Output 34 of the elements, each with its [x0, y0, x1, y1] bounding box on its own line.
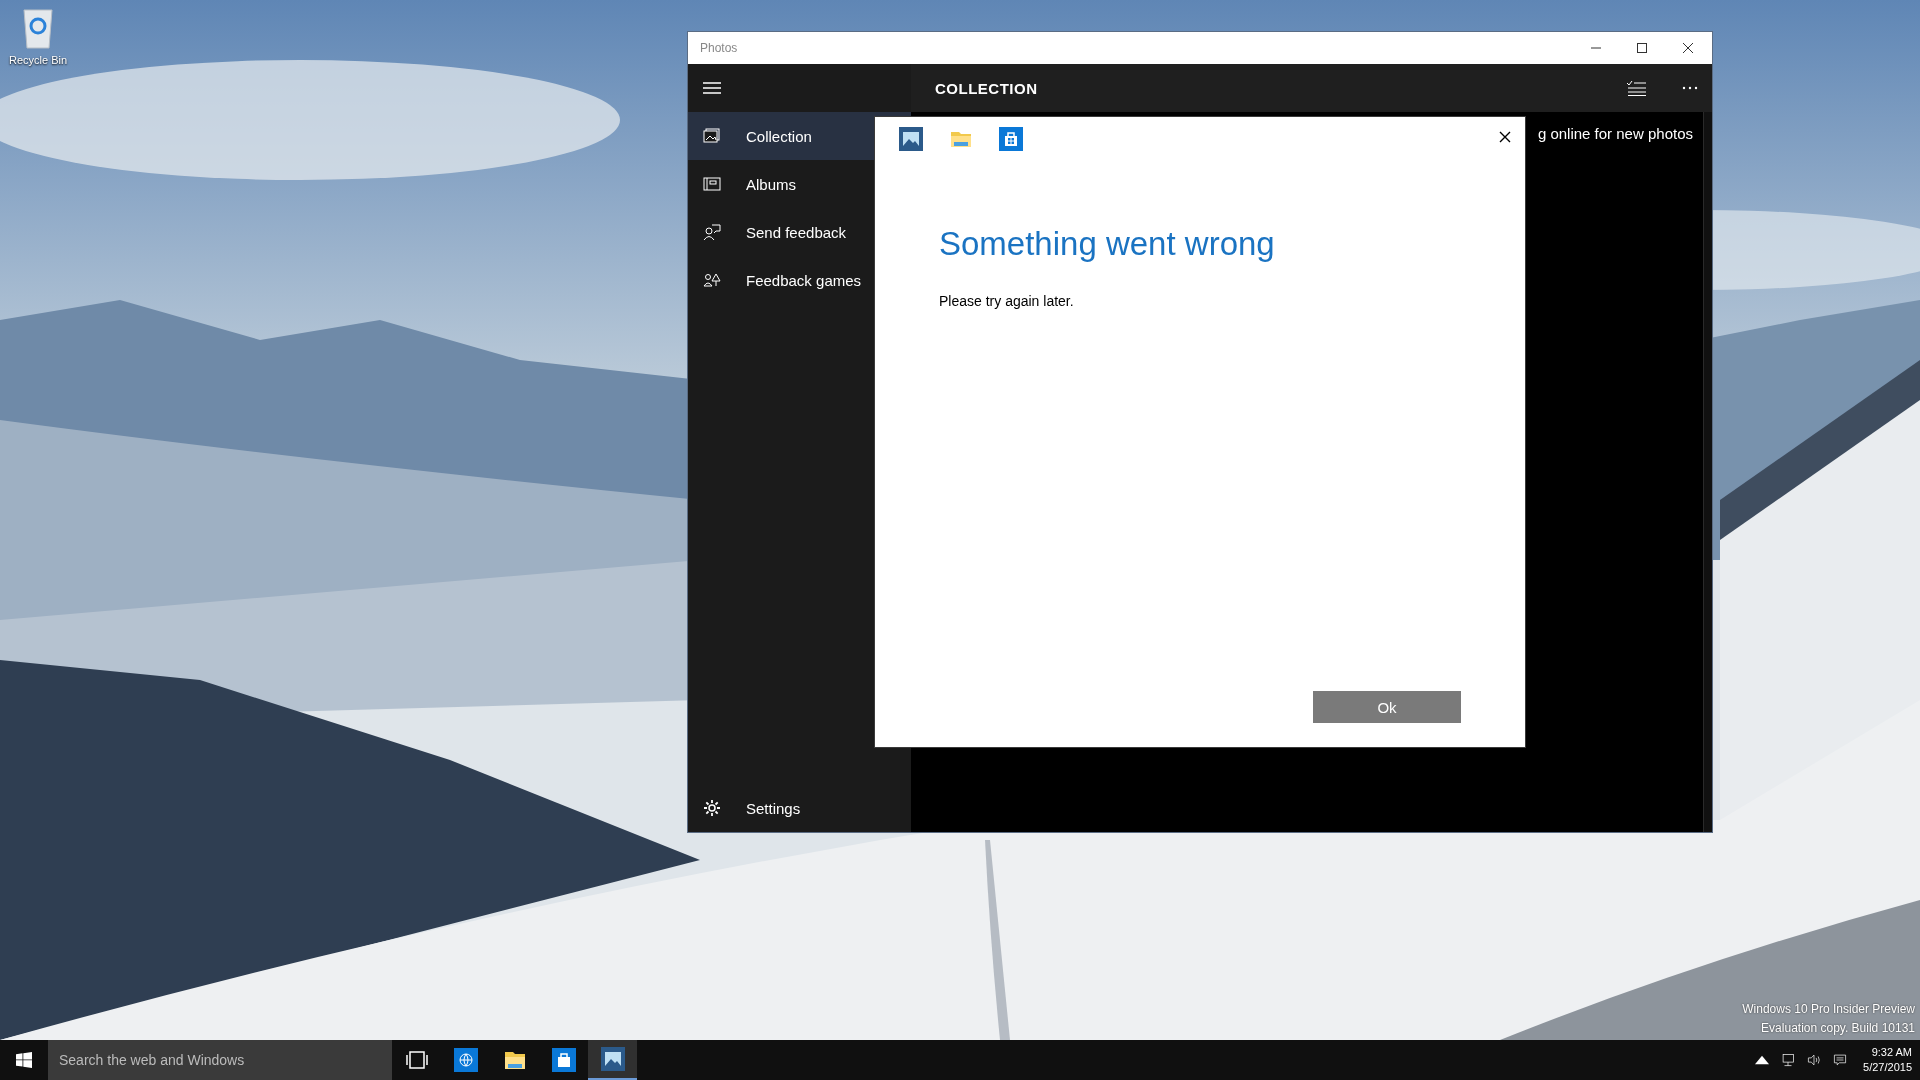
- icon-label: Recycle Bin: [8, 54, 68, 66]
- watermark-text: Windows 10 Pro Insider Preview: [1742, 1001, 1915, 1018]
- page-heading: COLLECTION: [935, 79, 1038, 97]
- more-icon[interactable]: [1682, 86, 1698, 90]
- status-text: g online for new photos: [1537, 125, 1693, 144]
- feedback-icon: [703, 223, 721, 241]
- photos-icon: [703, 127, 721, 145]
- windows-logo-icon[interactable]: [16, 1052, 32, 1068]
- album-icon: [703, 175, 721, 193]
- photos-icon[interactable]: [588, 1040, 637, 1080]
- volume-icon[interactable]: [1807, 1053, 1822, 1067]
- time-text: 9:32 AM: [1871, 1045, 1912, 1060]
- settings-item[interactable]: Settings: [688, 784, 911, 832]
- people-icon: [703, 271, 721, 289]
- ok-button[interactable]: Ok: [1313, 691, 1461, 723]
- watermark-text: Evaluation copy. Build 10131: [1761, 1020, 1915, 1037]
- scrollbar[interactable]: [1703, 112, 1712, 832]
- search-field[interactable]: Search the web and Windows: [48, 1040, 392, 1080]
- notifications-icon[interactable]: [1833, 1053, 1848, 1067]
- network-icon[interactable]: [1781, 1053, 1796, 1067]
- window-title: Photos: [700, 41, 738, 55]
- dialog-title: Something went wrong: [939, 225, 1276, 263]
- clock[interactable]: 9:32 AM 5/27/2015: [1853, 1045, 1920, 1075]
- close-icon[interactable]: [1682, 42, 1694, 54]
- dialog-message: Please try again later.: [939, 293, 1075, 309]
- store-icon: [999, 127, 1023, 151]
- maximize-icon[interactable]: [1636, 42, 1648, 54]
- close-icon[interactable]: [1499, 131, 1511, 143]
- photos-app-icon: [899, 127, 923, 151]
- date-text: 5/27/2015: [1863, 1060, 1912, 1075]
- menu-icon[interactable]: [703, 82, 721, 94]
- checklist-icon[interactable]: [1626, 80, 1646, 96]
- caret-up-icon[interactable]: [1755, 1053, 1770, 1067]
- settings-icon: [703, 799, 721, 817]
